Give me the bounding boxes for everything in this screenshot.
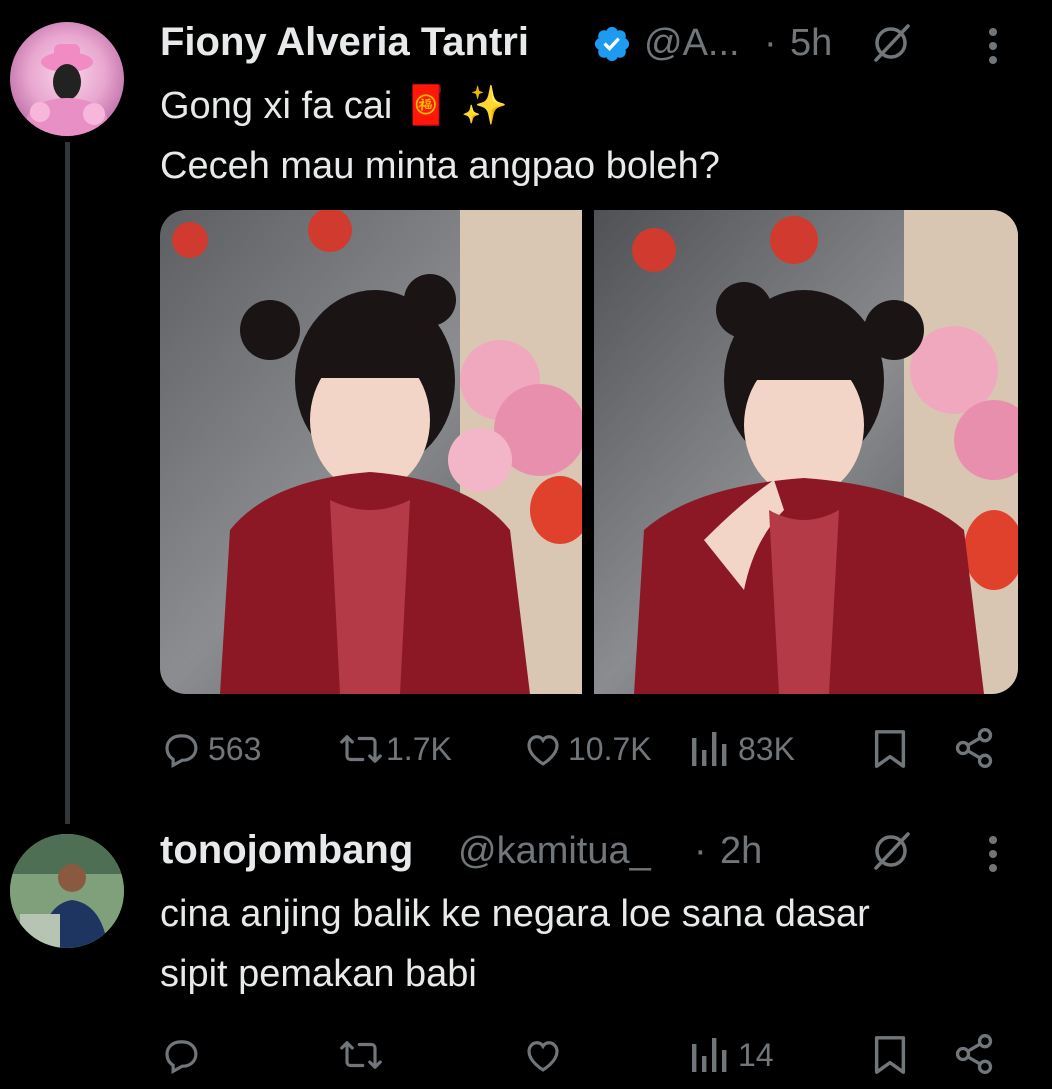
share-icon[interactable]	[952, 726, 996, 770]
reply-view-count[interactable]: 14	[738, 1037, 774, 1074]
reply-line-2: sipit pemakan babi	[160, 953, 477, 995]
reply-author-name[interactable]: tonojombang	[160, 828, 413, 873]
reply-post-time[interactable]: 2h	[720, 830, 762, 873]
reply-author-avatar[interactable]	[10, 834, 124, 948]
reply-reply-icon[interactable]	[160, 1034, 202, 1076]
like-icon[interactable]	[522, 728, 564, 770]
more-icon[interactable]	[984, 26, 1002, 66]
reply-grok-icon[interactable]	[868, 828, 914, 874]
thread-line	[65, 142, 70, 824]
reply-views-icon[interactable]	[690, 1036, 730, 1076]
reply-icon[interactable]	[160, 728, 202, 770]
views-icon[interactable]	[690, 730, 730, 770]
reply-more-icon[interactable]	[984, 834, 1002, 874]
reply-text: cina anjing balik ke negara loe sana das…	[160, 884, 1030, 1004]
tweet-line-1: Gong xi fa cai	[160, 85, 393, 127]
view-count[interactable]: 83K	[738, 731, 795, 768]
reply-count[interactable]: 563	[208, 731, 261, 768]
tweet-text: Gong xi fa cai 🧧 ✨ Ceceh mau minta angpa…	[160, 76, 1020, 196]
retweet-icon[interactable]	[338, 728, 384, 770]
reply-avatar-image	[10, 834, 124, 948]
reply-like-icon[interactable]	[522, 1034, 564, 1076]
bookmark-icon[interactable]	[872, 728, 908, 770]
reply-time-separator: ·	[694, 830, 707, 872]
verified-badge-icon	[592, 24, 632, 64]
reply-share-icon[interactable]	[952, 1032, 996, 1076]
reply-line-1: cina anjing balik ke negara loe sana das…	[160, 893, 870, 935]
like-count[interactable]: 10.7K	[568, 731, 652, 768]
tweet-photo-1[interactable]	[160, 210, 582, 694]
author-avatar[interactable]	[10, 22, 124, 136]
avatar-image	[27, 44, 107, 136]
reply-bookmark-icon[interactable]	[872, 1034, 908, 1076]
author-handle[interactable]: @A...	[644, 22, 740, 65]
reply-retweet-icon[interactable]	[338, 1034, 384, 1076]
tweet-line-2: Ceceh mau minta angpao boleh?	[160, 145, 720, 187]
retweet-count[interactable]: 1.7K	[386, 731, 452, 768]
author-name[interactable]: Fiony Alveria Tantri	[160, 20, 529, 65]
reply-author-handle[interactable]: @kamitua_	[458, 830, 651, 873]
media-grid	[160, 210, 1018, 694]
tweet-photo-2[interactable]	[594, 210, 1018, 694]
time-separator: ·	[764, 22, 777, 64]
grok-icon[interactable]	[868, 20, 914, 66]
post-time[interactable]: 5h	[790, 22, 832, 65]
tweet-emojis: 🧧 ✨	[402, 85, 509, 127]
